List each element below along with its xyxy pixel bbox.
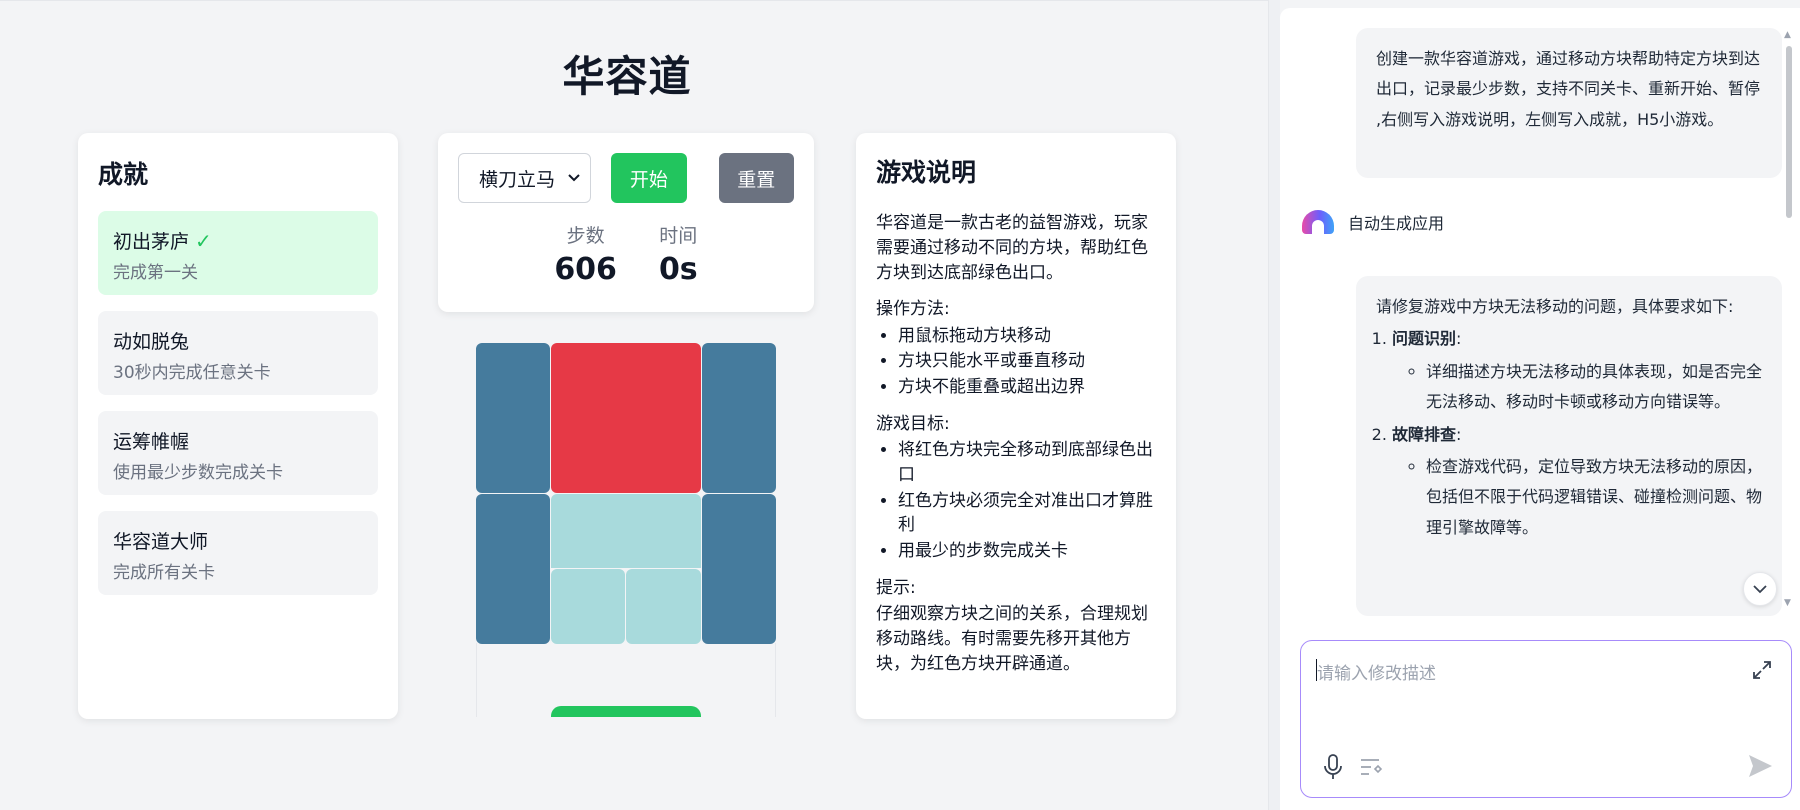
list-item: 方块只能水平或垂直移动 — [898, 349, 1156, 374]
target-block[interactable] — [551, 343, 701, 493]
prompt-placeholder: 请输入修改描述 — [1317, 664, 1436, 684]
chat-panel: 创建一款华容道游戏，通过移动方块帮助特定方块到达出口，记录最少步数，支持不同关卡… — [1280, 8, 1800, 810]
instructions-panel: 游戏说明 华容道是一款古老的益智游戏，玩家需要通过移动不同的方块，帮助红色方块到… — [856, 133, 1176, 719]
user-message: 创建一款华容道游戏，通过移动方块帮助特定方块到达出口，记录最少步数，支持不同关卡… — [1356, 28, 1782, 178]
list-item: 问题识别: 详细描述方块无法移动的具体表现，如是否完全无法移动、移动时卡顿或移动… — [1392, 324, 1762, 417]
list-item: 用最少的步数完成关卡 — [898, 539, 1156, 564]
ops-list: 用鼠标拖动方块移动 方块只能水平或垂直移动 方块不能重叠或超出边界 — [898, 324, 1156, 400]
tip-text: 仔细观察方块之间的关系，合理规划移动路线。有时需要先移开其他方块，为红色方块开辟… — [876, 604, 1148, 674]
horizontal-block[interactable] — [551, 494, 701, 568]
list-item: 故障排查: 检查游戏代码，定位导致方块无法移动的原因，包括但不限于代码逻辑错误、… — [1392, 420, 1762, 544]
list-item-title: 问题识别 — [1392, 329, 1457, 349]
achievement-desc: 完成第一关 — [113, 263, 198, 283]
start-button[interactable]: 开始 — [611, 153, 687, 203]
achievements-panel: 成就 初出茅庐 ✓ 完成第一关 动如脱兔 30秒内完成任意关卡 运筹帷幄 使用最少… — [78, 133, 398, 719]
achievement-desc: 30秒内完成任意关卡 — [113, 363, 271, 383]
chevron-down-icon — [568, 170, 580, 186]
steps-stat: 步数 606 — [554, 221, 617, 287]
chevron-down-icon — [1753, 584, 1767, 593]
time-label: 时间 — [659, 225, 698, 247]
ops-title: 操作方法: — [876, 299, 950, 320]
small-block[interactable] — [626, 569, 701, 644]
bot-label: 自动生成应用 — [1348, 214, 1445, 233]
instructions-title: 游戏说明 — [876, 158, 977, 187]
achievement-item: 运筹帷幄 使用最少步数完成关卡 — [98, 411, 378, 495]
achievements-title: 成就 — [98, 160, 149, 189]
list-item-detail: 检查游戏代码，定位导致方块无法移动的原因，包括但不限于代码逻辑错误、碰撞检测问题… — [1426, 452, 1762, 543]
game-title: 华容道 — [562, 52, 692, 101]
scroll-up-arrow-icon[interactable]: ▲ — [1784, 30, 1791, 40]
tall-block[interactable] — [702, 494, 776, 644]
list-item: 红色方块必须完全对准出口才算胜利 — [898, 489, 1156, 538]
steps-value: 606 — [554, 252, 617, 287]
goal-title: 游戏目标: — [876, 413, 950, 434]
level-select-value: 横刀立马 — [479, 168, 556, 191]
small-block[interactable] — [551, 569, 625, 644]
list-item-title: 故障排查 — [1392, 424, 1457, 444]
list-item: 用鼠标拖动方块移动 — [898, 324, 1156, 349]
level-select[interactable]: 横刀立马 — [458, 153, 592, 203]
time-value: 0s — [658, 252, 698, 287]
game-board — [476, 343, 776, 717]
tall-block[interactable] — [702, 343, 776, 493]
list-item: 将红色方块完全移动到底部绿色出口 — [898, 438, 1156, 487]
panel-divider[interactable] — [1268, 0, 1280, 810]
achievement-name: 运筹帷幄 — [113, 431, 190, 453]
message-intro: 请修复游戏中方块无法移动的问题，具体要求如下: — [1376, 297, 1734, 316]
bot-logo-icon — [1302, 210, 1334, 234]
game-area: 华容道 成就 初出茅庐 ✓ 完成第一关 动如脱兔 30秒内完成任意关卡 运筹帷幄 … — [0, 0, 1268, 810]
tall-block[interactable] — [476, 494, 550, 644]
prompt-input[interactable]: 请输入修改描述 — [1300, 640, 1792, 798]
list-item-detail: 详细描述方块无法移动的具体表现，如是否完全无法移动、移动时卡顿或移动方向错误等。 — [1426, 357, 1762, 418]
tall-block[interactable] — [476, 343, 550, 493]
time-stat: 时间 0s — [659, 221, 698, 287]
achievement-item: 初出茅庐 ✓ 完成第一关 — [98, 211, 378, 295]
control-panel: 横刀立马 开始 重置 步数 606 时间 0s — [438, 133, 814, 312]
achievement-name: 华容道大师 — [113, 531, 209, 553]
goal-list: 将红色方块完全移动到底部绿色出口 红色方块必须完全对准出口才算胜利 用最少的步数… — [898, 438, 1156, 563]
scroll-to-bottom-button[interactable] — [1743, 572, 1777, 606]
instructions-intro: 华容道是一款古老的益智游戏，玩家需要通过移动不同的方块，帮助红色方块到达底部绿色… — [876, 213, 1148, 283]
exit-zone — [551, 706, 701, 717]
reset-button[interactable]: 重置 — [718, 153, 794, 203]
tip-title: 提示: — [876, 577, 916, 598]
scrollbar-thumb[interactable] — [1786, 46, 1792, 218]
achievement-item: 华容道大师 完成所有关卡 — [98, 511, 378, 595]
achievement-name: 动如脱兔 — [113, 331, 190, 353]
send-icon[interactable] — [1745, 751, 1775, 781]
check-icon: ✓ — [195, 229, 212, 253]
achievement-desc: 完成所有关卡 — [113, 563, 215, 583]
user-message: 请修复游戏中方块无法移动的问题，具体要求如下: 问题识别: 详细描述方块无法移动… — [1356, 276, 1782, 616]
expand-icon[interactable] — [1751, 659, 1773, 681]
achievement-item: 动如脱兔 30秒内完成任意关卡 — [98, 311, 378, 395]
prompt-tools-icon[interactable] — [1359, 755, 1385, 779]
achievement-desc: 使用最少步数完成关卡 — [113, 463, 283, 483]
bot-header: 自动生成应用 — [1302, 210, 1444, 234]
scroll-down-arrow-icon[interactable]: ▼ — [1784, 598, 1791, 608]
achievement-name: 初出茅庐 — [113, 231, 190, 253]
steps-label: 步数 — [566, 225, 605, 247]
list-item: 方块不能重叠或超出边界 — [898, 375, 1156, 400]
message-list: 问题识别: 详细描述方块无法移动的具体表现，如是否完全无法移动、移动时卡顿或移动… — [1392, 324, 1762, 543]
stats: 步数 606 时间 0s — [458, 221, 794, 287]
microphone-icon[interactable] — [1321, 753, 1345, 781]
